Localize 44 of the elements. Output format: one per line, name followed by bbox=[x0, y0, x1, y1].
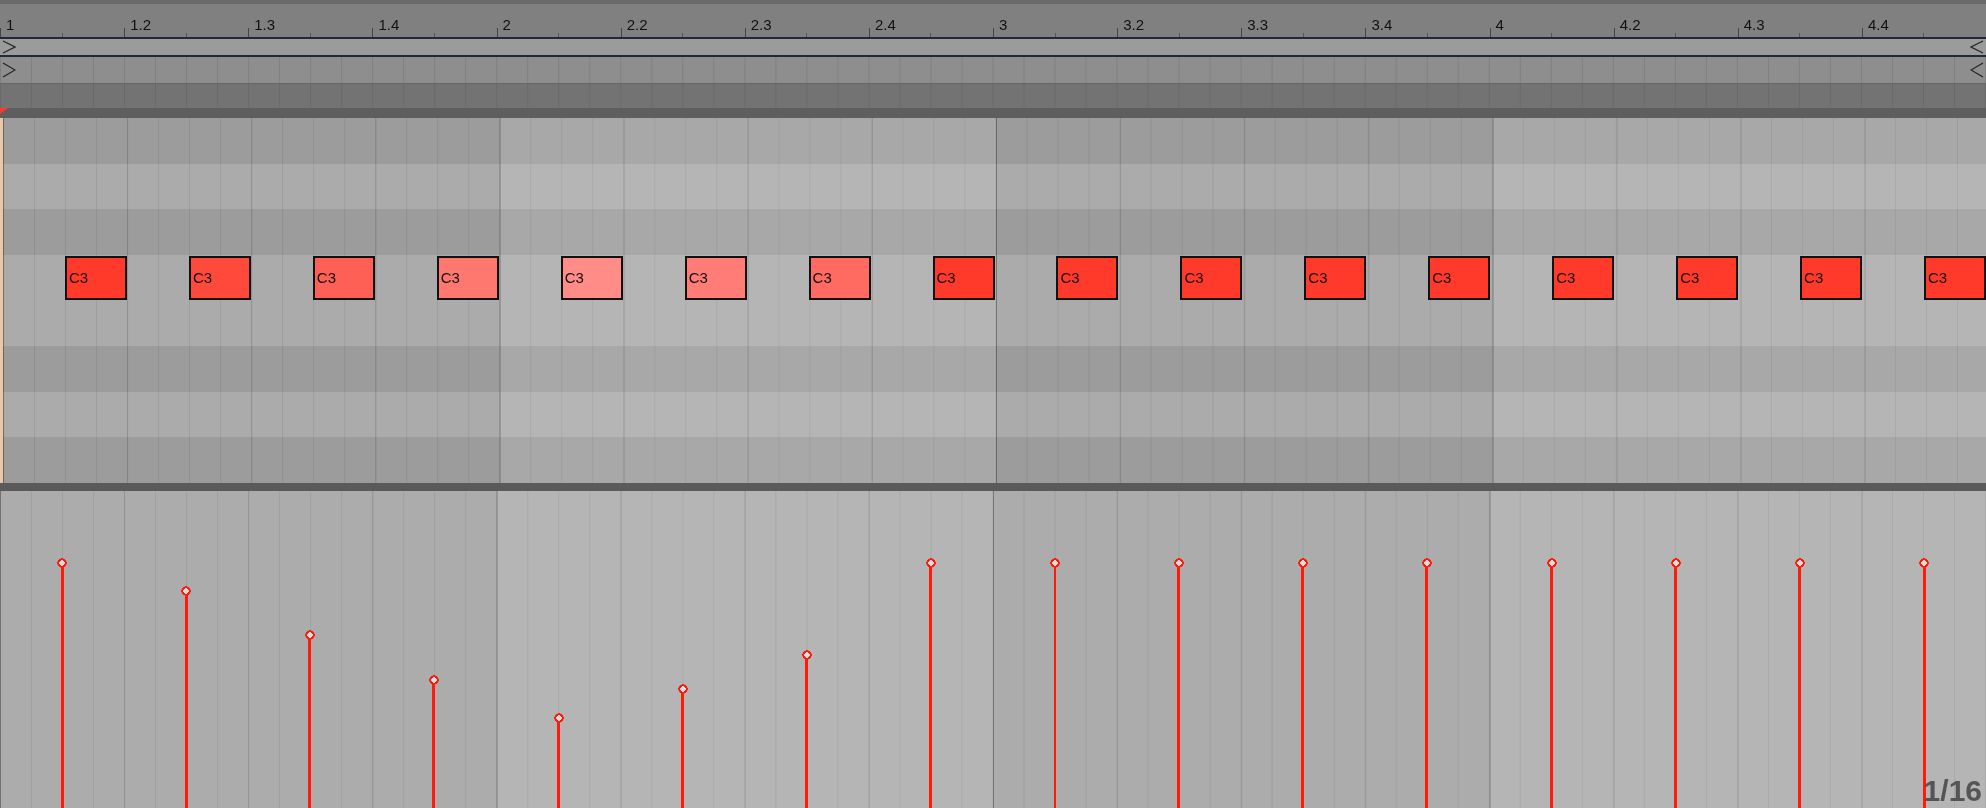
midi-note[interactable]: C3 bbox=[1676, 255, 1739, 300]
ruler-label: 2 bbox=[502, 16, 511, 35]
ruler-label: 1.2 bbox=[130, 16, 151, 35]
ruler-label: 4.2 bbox=[1619, 16, 1641, 35]
midi-note[interactable]: C3 bbox=[188, 255, 251, 300]
velocity-stem[interactable] bbox=[1298, 557, 1309, 808]
midi-note[interactable]: C3 bbox=[1428, 255, 1491, 300]
ruler-label: 4.4 bbox=[1867, 16, 1889, 35]
midi-note[interactable]: C3 bbox=[1800, 255, 1863, 300]
midi-note[interactable]: C3 bbox=[312, 255, 375, 300]
ruler-label: 1.4 bbox=[378, 16, 400, 35]
velocity-stem[interactable] bbox=[1422, 557, 1433, 808]
triangle-marker-icon bbox=[0, 108, 8, 114]
ruler-label: 3.2 bbox=[1123, 16, 1144, 35]
velocity-stem[interactable] bbox=[305, 630, 316, 808]
ruler-label: 4 bbox=[1495, 16, 1504, 35]
triangle-right-icon[interactable] bbox=[2, 61, 16, 79]
ruler-label: 3.3 bbox=[1247, 16, 1269, 35]
ruler-label: 2.4 bbox=[874, 16, 896, 35]
ruler-label: 3.4 bbox=[1371, 16, 1393, 35]
midi-note[interactable]: C3 bbox=[1056, 255, 1119, 300]
midi-note[interactable]: C3 bbox=[64, 255, 127, 300]
ruler-label: 1 bbox=[6, 16, 15, 35]
splitter-bar[interactable] bbox=[0, 483, 1986, 491]
ruler-label: 2.3 bbox=[750, 16, 772, 35]
ruler-label: 4.3 bbox=[1743, 16, 1765, 35]
triangle-right-icon[interactable] bbox=[2, 40, 16, 54]
ruler-label: 1.3 bbox=[254, 16, 276, 35]
midi-note[interactable]: C3 bbox=[1304, 255, 1367, 300]
midi-note[interactable]: C3 bbox=[1180, 255, 1243, 300]
midi-note[interactable]: C3 bbox=[436, 255, 499, 300]
velocity-stem[interactable] bbox=[1174, 557, 1185, 808]
velocity-stem[interactable] bbox=[429, 674, 440, 808]
midi-note[interactable]: C3 bbox=[560, 255, 623, 300]
loop-bar[interactable] bbox=[0, 37, 1986, 57]
triangle-left-icon[interactable] bbox=[1970, 40, 1984, 54]
midi-note[interactable]: C3 bbox=[1552, 255, 1615, 300]
ruler-label: 2.2 bbox=[626, 16, 648, 35]
midi-note[interactable]: C3 bbox=[808, 255, 871, 300]
midi-note[interactable]: C3 bbox=[1924, 255, 1986, 300]
midi-note[interactable]: C3 bbox=[684, 255, 747, 300]
triangle-left-icon[interactable] bbox=[1970, 61, 1984, 79]
ruler-label: 3 bbox=[999, 16, 1008, 35]
midi-note[interactable]: C3 bbox=[932, 255, 995, 300]
